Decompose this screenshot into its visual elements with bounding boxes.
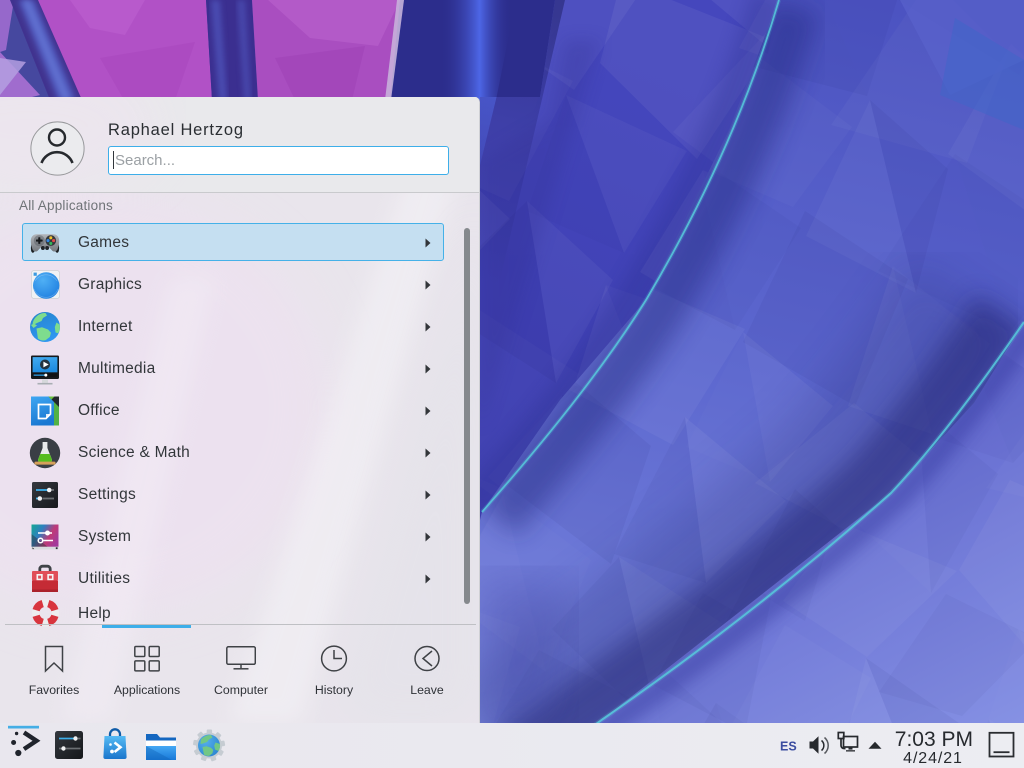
svg-text:ES: ES <box>780 740 797 754</box>
svg-text:4/24/21: 4/24/21 <box>903 750 963 767</box>
svg-text:7:03 PM: 7:03 PM <box>895 728 973 751</box>
